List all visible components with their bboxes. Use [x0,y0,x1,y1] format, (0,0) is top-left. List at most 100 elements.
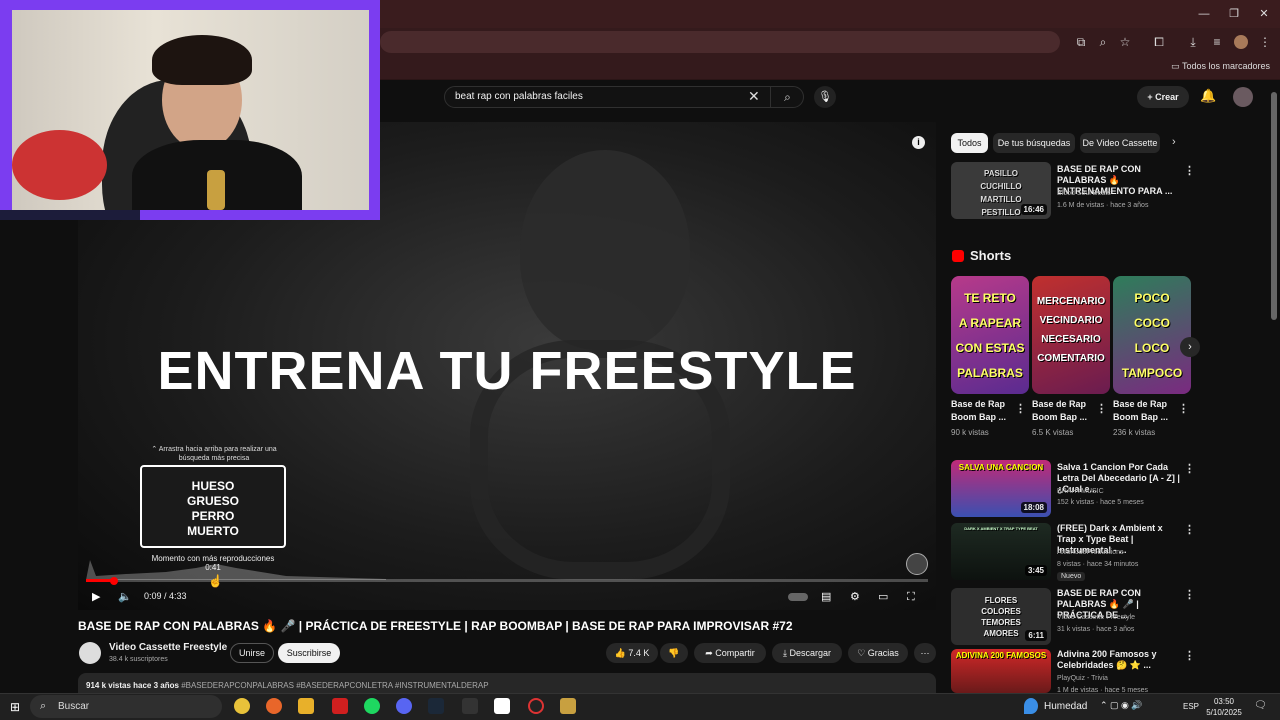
spotify-app-icon[interactable] [364,698,380,714]
epic-games-icon[interactable] [462,698,478,714]
all-bookmarks-link[interactable]: ▭ Todos los marcadores [1171,61,1270,72]
language-indicator[interactable]: ESP [1183,702,1199,711]
close-window-icon[interactable]: ✕ [1256,6,1272,22]
firefox-app-icon[interactable] [266,698,282,714]
zoom-icon[interactable]: ⌕ [1094,33,1112,51]
maximize-icon[interactable]: ❐ [1226,6,1242,22]
settings-gear-icon[interactable]: ⚙ [850,590,860,604]
related-thumbnail[interactable]: DARK X AMBIENT X TRAP TYPE BEAT 3:45 [951,523,1051,580]
join-button[interactable]: Unirse [230,643,274,663]
related-thumbnail[interactable]: SALVA UNA CANCION 18:08 [951,460,1051,517]
related-thumbnail[interactable]: PASILLO CUCHILLO MARTILLO PESTILLO 16:46 [951,162,1051,219]
more-options-icon[interactable]: ⋮ [1178,402,1189,415]
short-title[interactable]: Base de Rap Boom Bap ... [951,398,1015,424]
scrubber-handle[interactable] [109,577,118,585]
clear-search-icon[interactable]: ✕ [748,88,760,105]
discord-app-icon[interactable] [396,698,412,714]
related-channel[interactable]: AxisKodeProductions [1057,548,1183,558]
minimize-icon[interactable]: — [1196,6,1212,22]
download-label: Descargar [789,648,831,658]
more-options-icon[interactable]: ⋮ [1096,402,1107,415]
fullscreen-icon[interactable]: ⛶ [907,590,915,604]
autoplay-toggle[interactable] [788,593,808,601]
short-title[interactable]: Base de Rap Boom Bap ... [1113,398,1177,424]
file-explorer-icon[interactable] [298,698,314,714]
download-icon[interactable]: ⤓ [1184,33,1202,51]
profile-icon[interactable] [1234,35,1248,49]
scrub-preview: HUESO GRUESO PERRO MUERTO [140,465,286,548]
shorts-next-icon[interactable]: › [1180,337,1200,357]
info-icon[interactable]: i [912,136,925,149]
chrome-app-icon[interactable] [234,698,250,714]
menu-dots-icon[interactable]: ⋮ [1256,33,1274,51]
channel-name[interactable]: Video Cassette Freestyle [109,642,227,653]
related-title[interactable]: Adivina 200 Famosos y Celebridades 🤔 ⭐ .… [1057,649,1183,671]
more-options-icon[interactable]: ⋮ [1015,402,1026,415]
more-options-icon[interactable]: ⋮ [1184,523,1195,536]
more-options-icon[interactable]: ⋮ [1184,649,1195,662]
search-icon: ⌕ [40,700,47,712]
related-channel[interactable]: PlayQuiz - Trivia [1057,674,1183,684]
related-meta: 1.6 M de vistas · hace 3 años [1057,202,1149,209]
notifications-bell-icon[interactable]: 🔔 [1200,88,1216,104]
thumb-line: MARTILLO [980,195,1022,204]
theater-mode-icon[interactable]: ▭ [878,590,888,604]
taskbar-search[interactable]: Buscar [30,695,222,718]
description-box[interactable]: 914 k vistas hace 3 años #BASEDERAPCONPA… [78,673,936,695]
more-options-icon[interactable]: ⋮ [1184,164,1195,177]
hair-shape [152,35,252,85]
media-icon[interactable]: ≡ [1208,33,1226,51]
more-actions-button[interactable]: ⋯ [914,643,936,663]
page-scrollbar[interactable] [1271,92,1277,320]
chevron-right-icon[interactable]: › [1172,136,1176,148]
search-icon[interactable]: ⌕ [770,86,804,108]
short-views: 90 k vistas [951,428,989,437]
capcut-app-icon[interactable] [494,698,510,714]
weather-widget[interactable]: Humedad [1044,701,1087,712]
related-channel[interactable]: Blood Soul Beats [1057,189,1183,199]
volume-icon[interactable]: 🔈 [118,590,132,604]
description-hashtags[interactable]: #BASEDERAPCONPALABRAS #BASEDERAPCONLETRA… [181,681,488,690]
taskbar-clock[interactable]: 03:50 5/10/2025 [1204,696,1244,718]
webcam-feed [12,10,369,210]
more-options-icon[interactable]: ⋮ [1184,588,1195,601]
share-button[interactable]: ➦ Compartir [694,643,766,663]
more-options-icon[interactable]: ⋮ [1184,462,1195,475]
dislike-button[interactable]: 👎 [660,643,688,663]
address-bar[interactable] [380,31,1060,53]
cast-icon[interactable]: ⧉ [1072,33,1090,51]
folder-icon: ▭ [1171,61,1182,71]
channel-avatar[interactable] [79,642,101,664]
short-thumbnail[interactable]: MERCENARIO VECINDARIO NECESARIO COMENTAR… [1032,276,1110,394]
channel-watermark[interactable] [906,553,928,575]
play-icon[interactable]: ▶ [92,590,100,604]
app-icon[interactable] [560,698,576,714]
notifications-icon[interactable]: 🗨 [1254,700,1267,711]
related-thumbnail[interactable]: ADIVINA 200 FAMOSOS [951,649,1051,693]
like-button[interactable]: 👍 7.4 K [606,643,658,663]
tray-icons[interactable]: ⌃ ▢ ◉ 🔊 [1100,700,1143,711]
windows-start-icon[interactable]: ⊞ [10,700,20,714]
subscribe-button[interactable]: Suscribirse [278,643,340,663]
short-thumbnail[interactable]: POCO COCO LOCO TAMPOCO [1113,276,1191,394]
subtitles-icon[interactable]: ▤ [821,590,831,604]
thanks-button[interactable]: ♡ Gracias [848,643,908,663]
short-thumbnail[interactable]: TE RETO A RAPEAR CON ESTAS PALABRAS [951,276,1029,394]
download-button[interactable]: ⤓ Descargar [772,643,842,663]
related-channel[interactable]: BRAHYMUSIC [1057,487,1183,497]
chip-from-channel[interactable]: De Video Cassette [1080,133,1160,153]
related-thumbnail[interactable]: FLORES COLORES TEMORES AMORES 6:11 [951,588,1051,645]
extensions-icon[interactable]: ⧠ [1150,33,1168,51]
microphone-icon[interactable]: 🎙 [814,86,836,108]
short-title[interactable]: Base de Rap Boom Bap ... [1032,398,1096,424]
steam-app-icon[interactable] [428,698,444,714]
short-line: LOCO [1134,341,1170,355]
chip-your-searches[interactable]: De tus búsquedas [993,133,1075,153]
account-avatar[interactable] [1233,87,1253,107]
create-button[interactable]: + Crear [1137,86,1189,108]
obs-app-icon[interactable] [528,698,544,714]
netflix-app-icon[interactable] [332,698,348,714]
related-channel[interactable]: Video Cassette Freestyle [1057,613,1183,623]
bookmark-star-icon[interactable]: ☆ [1116,33,1134,51]
chip-all[interactable]: Todos [951,133,988,153]
